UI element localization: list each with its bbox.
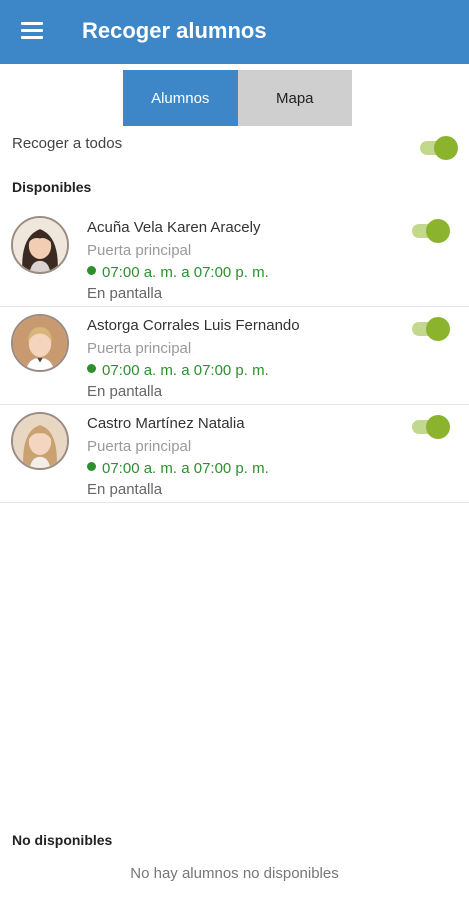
status-dot-icon	[87, 266, 96, 275]
student-pickup-toggle[interactable]	[410, 219, 450, 243]
status-dot-icon	[87, 462, 96, 471]
student-hours: 07:00 a. m. a 07:00 p. m.	[87, 362, 269, 379]
student-status: En pantalla	[87, 285, 163, 302]
view-tabs: Alumnos Mapa	[123, 70, 352, 126]
student-gate: Puerta principal	[87, 340, 192, 357]
student-row[interactable]: Castro Martínez Natalia Puerta principal…	[0, 405, 469, 503]
student-avatar	[11, 412, 69, 470]
student-gate: Puerta principal	[87, 438, 192, 455]
student-name: Acuña Vela Karen Aracely	[87, 219, 261, 236]
student-status: En pantalla	[87, 481, 163, 498]
student-hours: 07:00 a. m. a 07:00 p. m.	[87, 460, 269, 477]
page-title: Recoger alumnos	[82, 18, 267, 43]
student-status: En pantalla	[87, 383, 163, 400]
student-hours: 07:00 a. m. a 07:00 p. m.	[87, 264, 269, 281]
student-avatar	[11, 314, 69, 372]
student-pickup-toggle[interactable]	[410, 317, 450, 341]
student-row[interactable]: Astorga Corrales Luis Fernando Puerta pr…	[0, 307, 469, 405]
app-bar: Recoger alumnos	[0, 0, 469, 64]
tab-mapa[interactable]: Mapa	[237, 70, 352, 126]
student-name: Astorga Corrales Luis Fernando	[87, 317, 300, 334]
status-dot-icon	[87, 364, 96, 373]
pick-all-toggle[interactable]	[418, 136, 458, 160]
pick-all-label: Recoger a todos	[12, 135, 123, 152]
student-gate: Puerta principal	[87, 242, 192, 259]
empty-state-message: No hay alumnos no disponibles	[130, 865, 339, 882]
available-section-title: Disponibles	[12, 179, 92, 195]
student-pickup-toggle[interactable]	[410, 415, 450, 439]
student-name: Castro Martínez Natalia	[87, 415, 245, 432]
student-avatar	[11, 216, 69, 274]
unavailable-section-title: No disponibles	[12, 832, 113, 848]
student-row[interactable]: Acuña Vela Karen Aracely Puerta principa…	[0, 209, 469, 307]
hamburger-menu-icon[interactable]	[21, 22, 43, 40]
tab-alumnos[interactable]: Alumnos	[123, 70, 238, 126]
